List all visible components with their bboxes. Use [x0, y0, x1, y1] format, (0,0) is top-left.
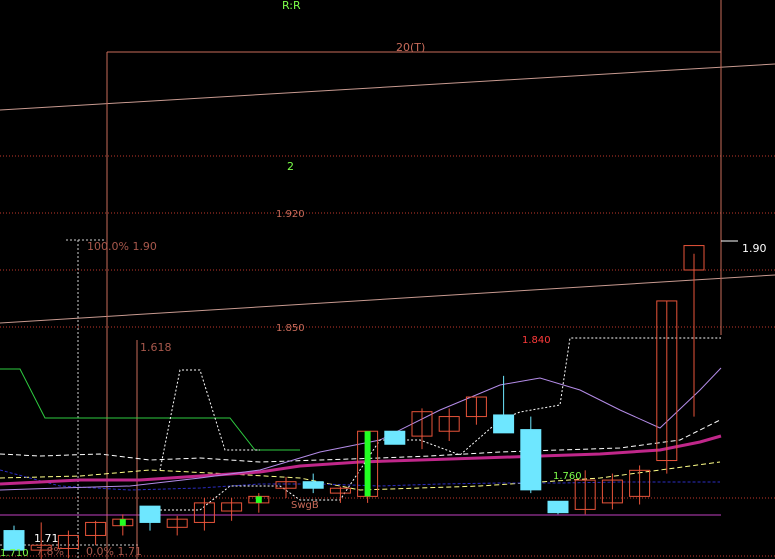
pattern-label: SwgB [291, 500, 319, 511]
candle-body [520, 429, 542, 491]
envelope-upper [159, 369, 260, 471]
left-edge-label: 1.710 [0, 548, 29, 559]
candle-body [139, 505, 161, 523]
fib-bottom-label: 0.0% 1.71 [86, 545, 142, 558]
green-step-line [0, 368, 300, 451]
moving-average-thin [0, 367, 722, 491]
candle-body [384, 430, 406, 445]
gridlines [0, 155, 775, 557]
bottom-left-low-label: 1.71 [34, 532, 59, 545]
last-price-label: 1.90 [742, 242, 767, 255]
candle-highlight [255, 496, 262, 503]
span-label: 20(T) [396, 41, 425, 54]
chart-labels: R:R 20(T) 2 1.920 1.850 100.0% 1.90 1.61… [0, 0, 767, 559]
low-marker-label: 1.760 [553, 471, 582, 482]
candle-body [547, 500, 569, 514]
candle-highlight [119, 519, 126, 526]
candles [3, 240, 738, 559]
trendline-upper [0, 63, 775, 111]
trendline-lower [0, 274, 775, 324]
fib-top-label: 100.0% 1.90 [87, 240, 157, 253]
candlestick-chart: R:R 20(T) 2 1.920 1.850 100.0% 1.90 1.61… [0, 0, 775, 559]
white-dashed-band [0, 419, 721, 463]
fib-mid-label: 1.618 [140, 341, 172, 354]
candle-body [493, 414, 515, 434]
trendlines [0, 0, 775, 559]
price-level-1920: 1.920 [276, 209, 305, 220]
candle-body [302, 481, 324, 489]
candle-highlight [364, 431, 371, 497]
fib-partial-label: 7.8% [36, 545, 64, 558]
high-label: 1.840 [522, 335, 551, 346]
fibonacci-lines [0, 239, 140, 559]
top-label: R:R [282, 0, 301, 12]
center-label: 2 [287, 160, 294, 173]
price-level-1850: 1.850 [276, 323, 305, 334]
chart-stage: R:R 20(T) 2 1.920 1.850 100.0% 1.90 1.61… [0, 0, 775, 559]
